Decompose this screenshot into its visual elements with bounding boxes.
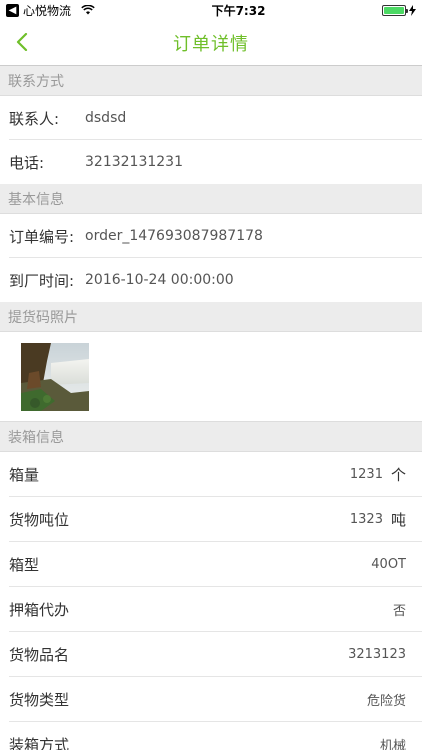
page-title: 订单详情 [173,33,249,55]
contact-phone-label: 电话: [9,153,45,172]
item-label: 箱量 [9,466,40,484]
photo-area [0,332,422,422]
item-value: 40OT [371,557,406,572]
order-number-label: 订单编号: [9,227,75,246]
battery-icon [382,4,408,16]
item-value: 机械 [379,739,406,750]
item-right: 1323 吨 [350,509,406,530]
chevron-left-icon [16,33,28,51]
contact-phone-row[interactable]: 电话: 32132131231 [0,140,422,184]
item-right: 1231 个 [350,464,406,485]
item-value: 3213123 [348,647,406,662]
wifi-icon [81,5,95,15]
back-to-app-icon[interactable]: ◀ [6,3,19,17]
carrier-name: 心悦物流 [23,3,72,18]
contact-person-label: 联系人: [9,109,60,128]
item-right: 3213123 [348,647,406,662]
status-time: 下午7:32 [211,3,266,18]
item-label: 货物类型 [9,691,70,709]
item-right: 否 [393,600,406,619]
section-header-contact: 联系方式 [0,66,422,96]
item-unit: 个 [390,466,406,484]
battery-level [384,6,404,14]
order-number-row: 订单编号: order_147693087987178 [0,214,422,258]
list-item: 货物吨位 1323 吨 [0,497,422,542]
item-right: 危险货 [367,690,406,709]
status-bar: ◀ 心悦物流 下午7:32 [0,0,422,20]
list-item: 箱量 1231 个 [0,452,422,497]
list-item: 货物品名 3213123 [0,632,422,677]
arrival-time-value: 2016-10-24 00:00:00 [85,272,234,288]
list-item: 押箱代办 否 [0,587,422,632]
item-label: 箱型 [9,556,40,574]
status-right [382,4,416,16]
pickup-code-photo[interactable] [21,342,89,411]
item-value: 否 [392,604,406,619]
item-value: 1231 [349,467,383,482]
charging-icon [409,4,416,16]
item-label: 押箱代办 [9,601,70,619]
container-list: 箱量 1231 个 货物吨位 1323 吨 箱型 40OT 押箱代办 否 货物品… [0,452,422,750]
item-right: 机械 [380,735,406,750]
contact-phone-value[interactable]: 32132131231 [85,154,183,170]
back-button[interactable] [10,30,34,54]
list-item: 箱型 40OT [0,542,422,587]
item-value: 危险货 [366,694,406,709]
waterfall-image [21,342,89,411]
item-label: 货物吨位 [9,511,70,529]
list-item: 货物类型 危险货 [0,677,422,722]
contact-person-value: dsdsd [85,110,127,126]
section-header-basic: 基本信息 [0,184,422,214]
section-header-container: 装箱信息 [0,422,422,452]
list-item: 装箱方式 机械 [0,722,422,750]
arrival-time-label: 到厂时间: [9,271,75,290]
arrival-time-row: 到厂时间: 2016-10-24 00:00:00 [0,258,422,302]
order-number-value: order_147693087987178 [85,228,263,244]
status-left: ◀ 心悦物流 [6,2,95,19]
contact-person-row: 联系人: dsdsd [0,96,422,140]
section-header-photo: 提货码照片 [0,302,422,332]
item-label: 货物品名 [9,646,70,664]
item-unit: 吨 [390,511,406,529]
item-right: 40OT [371,557,406,572]
item-value: 1323 [349,512,383,527]
nav-bar: 订单详情 [0,20,422,66]
item-label: 装箱方式 [9,736,70,750]
